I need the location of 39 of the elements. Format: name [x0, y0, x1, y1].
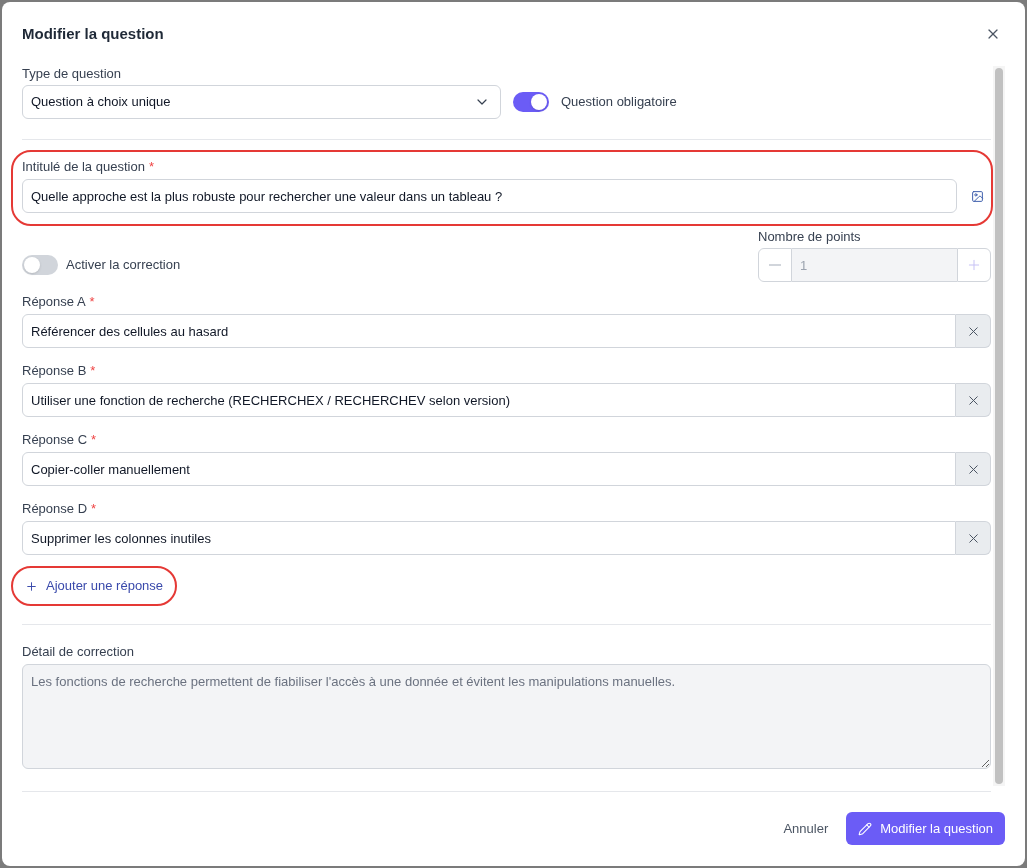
plus-icon — [966, 257, 982, 273]
field-label: Nombre de points — [758, 229, 861, 245]
scrollbar[interactable] — [993, 66, 1005, 786]
question-input[interactable]: Quelle approche est la plus robuste pour rechercher une valeur dans un tableau ? — [22, 179, 957, 213]
answer-input[interactable]: Copier-coller manuellement — [22, 452, 956, 486]
decrement-button[interactable] — [758, 248, 792, 282]
plus-icon — [25, 579, 38, 593]
remove-answer-button[interactable] — [956, 452, 991, 486]
remove-answer-button[interactable] — [956, 521, 991, 555]
required-asterisk: * — [91, 501, 97, 517]
answer-input[interactable]: Supprimer les colonnes inutiles — [22, 521, 956, 555]
field-label: Réponse C — [22, 432, 88, 448]
toggle-switch[interactable] — [22, 255, 58, 275]
field-label: Intitulé de la question — [22, 159, 145, 175]
field-label: Détail de correction — [22, 644, 134, 660]
minus-icon — [769, 264, 781, 266]
answer-input[interactable]: Utiliser une fonction de recherche (RECHERCHEX / RECHERCHEV selon version) — [22, 383, 956, 417]
required-asterisk: * — [91, 432, 97, 448]
required-asterisk: * — [89, 294, 95, 310]
toggle-label: Question obligatoire — [561, 93, 677, 112]
field-label: Réponse D — [22, 501, 88, 517]
answer-input[interactable]: Référencer des cellules au hasard — [22, 314, 956, 348]
required-asterisk: * — [148, 159, 154, 175]
submit-button[interactable]: Modifier la question — [846, 812, 1005, 845]
remove-answer-button[interactable] — [956, 314, 991, 348]
remove-answer-button[interactable] — [956, 383, 991, 417]
field-label: Type de question — [22, 66, 122, 82]
dialog-title: Modifier la question — [22, 24, 164, 44]
image-icon[interactable] — [971, 189, 984, 203]
pencil-icon — [858, 821, 873, 836]
cancel-button[interactable]: Annuler — [783, 818, 829, 839]
toggle-label: Activer la correction — [66, 256, 181, 275]
increment-button[interactable] — [957, 248, 991, 282]
question-type-select[interactable]: Question à choix unique — [22, 85, 501, 119]
field-label: Réponse A — [22, 294, 86, 310]
add-answer-button[interactable]: Ajouter une réponse — [13, 574, 176, 598]
toggle-switch[interactable] — [513, 92, 549, 112]
field-label: Réponse B — [22, 363, 87, 379]
required-asterisk: * — [90, 363, 96, 379]
